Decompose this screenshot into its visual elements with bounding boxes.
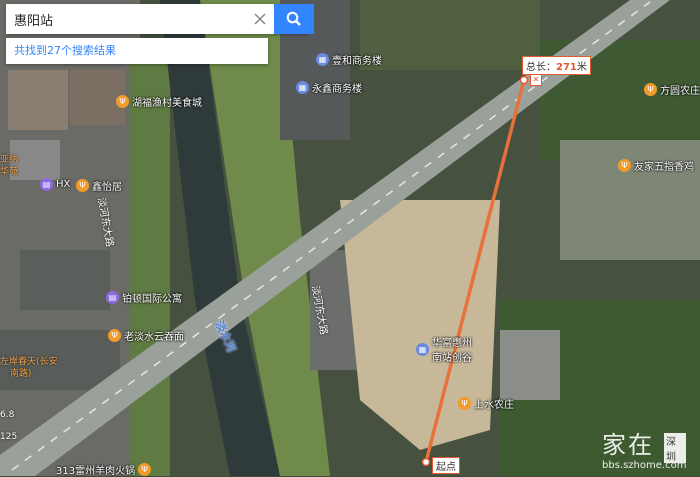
edge-label: 南路) (10, 369, 32, 379)
clear-button[interactable] (246, 4, 274, 34)
restaurant-icon: Ψ (618, 159, 631, 172)
poi-marker[interactable]: Ψ 上水农庄 (458, 396, 514, 411)
poi-marker[interactable]: Ψ 鑫怡居 (76, 178, 122, 193)
poi-marker[interactable]: Ψ 方圆农庄 (644, 82, 700, 97)
poi-marker[interactable]: 313雷州羊肉火锅 Ψ (56, 462, 152, 477)
search-button[interactable] (274, 4, 314, 34)
restaurant-icon: Ψ (76, 179, 89, 192)
search-icon (286, 11, 301, 26)
restaurant-icon: Ψ (644, 83, 657, 96)
result-count[interactable]: 共找到27个搜索结果 (6, 38, 268, 64)
poi-marker[interactable]: ▤ 铂顿国际公寓 (106, 290, 182, 305)
edge-label: 华苑 (0, 167, 19, 177)
building-icon: ▦ (316, 53, 329, 66)
close-icon (254, 13, 266, 25)
building-icon: ▦ (416, 342, 429, 356)
poi-marker[interactable]: Ψ 湖福渔村美食城 (116, 94, 202, 109)
hotel-icon: ▤ (106, 291, 119, 304)
search-input[interactable] (6, 4, 242, 34)
poi-marker[interactable]: ▤ HX (40, 178, 70, 191)
restaurant-icon: Ψ (108, 329, 121, 342)
watermark: 家在 深圳 bbs.szhome.com (602, 431, 687, 471)
hotel-icon: ▤ (40, 178, 53, 191)
poi-marker[interactable]: Ψ 友家五指香鸡 (618, 158, 694, 173)
poi-marker[interactable]: ▦ 华富惠州南站创谷 (416, 334, 476, 364)
restaurant-icon: Ψ (138, 463, 152, 476)
restaurant-icon: Ψ (116, 95, 129, 108)
poi-marker[interactable]: ▦ 永鑫商务楼 (296, 80, 362, 95)
close-measure-button[interactable]: ✕ (530, 74, 542, 86)
search-box (6, 4, 314, 34)
start-point-label: 起点 (432, 457, 460, 474)
poi-marker[interactable]: Ψ 老淡水云吞面 (108, 328, 184, 343)
edge-label: 6.8 (0, 410, 15, 420)
edge-label: 125 (0, 432, 18, 442)
distance-label: 总长：271米 (522, 56, 591, 75)
restaurant-icon: Ψ (458, 397, 471, 410)
building-icon: ▦ (296, 81, 309, 94)
poi-marker[interactable]: ▦ 壹和商务楼 (316, 52, 382, 67)
